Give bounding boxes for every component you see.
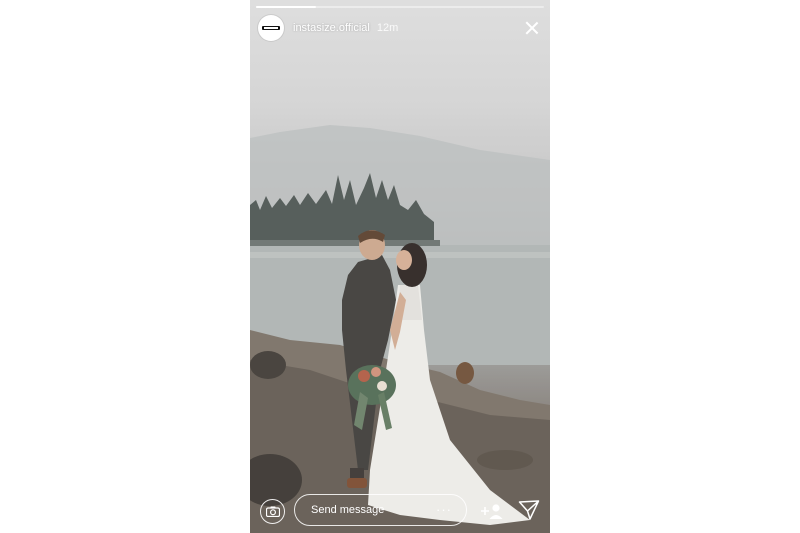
close-icon[interactable]	[522, 18, 542, 38]
story-footer: Send message ···	[250, 491, 550, 533]
story-progress-bar	[256, 6, 544, 8]
story-timestamp: 12m	[376, 22, 399, 34]
camera-icon	[265, 506, 280, 517]
instasize-logo	[262, 26, 280, 30]
story-header: instasize.official 12m	[258, 14, 542, 42]
add-user-icon[interactable]	[480, 502, 504, 520]
story-photo	[250, 0, 550, 533]
send-message-input[interactable]: Send message ···	[294, 494, 467, 526]
story-viewer[interactable]: instasize.official 12m Send message ···	[250, 0, 550, 533]
avatar[interactable]	[258, 15, 284, 41]
more-options-icon[interactable]: ···	[436, 503, 452, 516]
camera-button[interactable]	[260, 499, 285, 524]
story-username[interactable]: instasize.official	[293, 22, 370, 34]
paper-plane-icon[interactable]	[518, 499, 540, 521]
story-progress-fill	[256, 6, 317, 8]
send-message-placeholder: Send message	[311, 504, 385, 516]
